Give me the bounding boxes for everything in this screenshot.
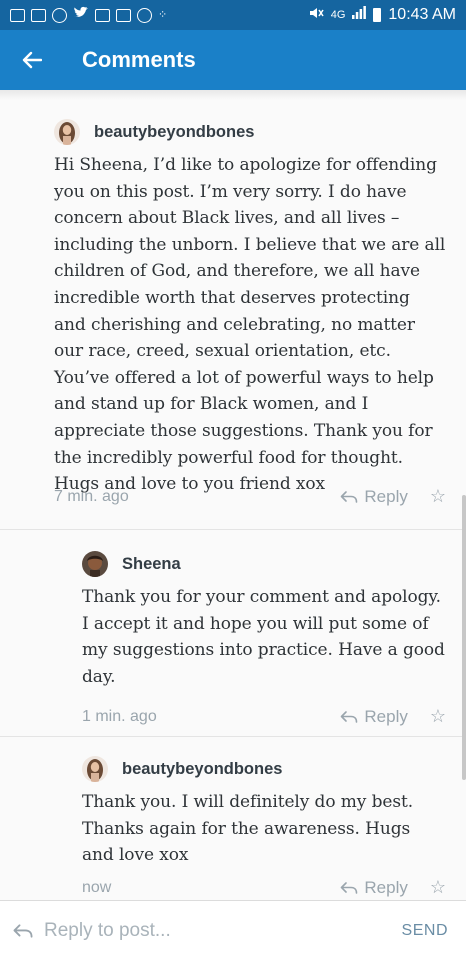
reply-icon <box>13 923 33 938</box>
system-status: 4G 10:43 AM <box>308 6 456 25</box>
comment-author[interactable]: beautybeyondbones <box>94 123 254 142</box>
send-button[interactable]: SEND <box>402 922 448 940</box>
comment-author-row: beautybeyondbones <box>82 755 446 783</box>
comment-body: Hi Sheena, I’d like to apologize for off… <box>54 155 446 495</box>
reply-label: Reply <box>364 706 408 726</box>
comment-actions: Reply ☆ <box>340 877 446 898</box>
wordpress-icon <box>52 7 67 23</box>
network-type: 4G <box>330 9 346 21</box>
reply-input-wrap <box>12 918 306 943</box>
scrollbar[interactable] <box>462 495 466 780</box>
comment-item: beautybeyondbones Hi Sheena, I’d like to… <box>0 100 466 530</box>
gallery-icon <box>95 8 110 22</box>
reply-button[interactable]: Reply <box>340 706 408 727</box>
comment-actions: Reply ☆ <box>340 706 446 727</box>
back-arrow-icon[interactable] <box>0 30 64 90</box>
avatar[interactable] <box>82 551 108 577</box>
reply-button[interactable]: Reply <box>340 486 408 507</box>
signal-icon <box>352 6 367 24</box>
top-shadow <box>0 90 466 100</box>
status-bar: ⁘ 4G 10:43 AM <box>0 0 466 30</box>
avatar[interactable] <box>82 756 108 782</box>
like-star-icon[interactable]: ☆ <box>430 486 446 507</box>
page-title: Comments <box>82 47 196 72</box>
twitter-icon <box>73 6 89 24</box>
like-star-icon[interactable]: ☆ <box>430 706 446 727</box>
like-star-icon[interactable]: ☆ <box>430 877 446 898</box>
reply-bar: SEND <box>0 900 466 960</box>
comment-body: Thank you. I will definitely do my best.… <box>82 792 414 866</box>
comment-author[interactable]: Sheena <box>122 555 181 574</box>
dots-icon: ⁘ <box>158 8 168 21</box>
app-bar: Comments <box>0 30 466 90</box>
comment-actions: Reply ☆ <box>340 486 446 507</box>
comment-time: 7 min. ago <box>54 487 129 505</box>
comment-author-row: Sheena <box>82 550 446 578</box>
comment-author-row: beautybeyondbones <box>54 118 446 146</box>
comment-body: Thank you for your comment and apology. … <box>82 587 445 687</box>
comment-item: Sheena Thank you for your comment and ap… <box>0 530 466 737</box>
reply-icon <box>341 490 358 503</box>
reply-input[interactable] <box>42 918 306 943</box>
reply-label: Reply <box>364 877 408 897</box>
comment-item: beautybeyondbones Thank you. I will defi… <box>0 737 466 900</box>
comment-author[interactable]: beautybeyondbones <box>122 760 282 779</box>
news-icon <box>137 7 152 23</box>
reply-icon <box>341 881 358 894</box>
facebook-icon <box>10 8 25 22</box>
mail-icon <box>116 8 131 22</box>
comments-list: beautybeyondbones Hi Sheena, I’d like to… <box>0 90 466 900</box>
notification-icons: ⁘ <box>10 6 167 24</box>
comment-time: now <box>82 878 112 896</box>
comment-time: 1 min. ago <box>82 707 157 725</box>
reply-button[interactable]: Reply <box>340 877 408 898</box>
mute-icon <box>308 6 324 25</box>
comment-meta: 1 min. ago Reply ☆ <box>82 706 446 727</box>
reply-label: Reply <box>364 486 408 506</box>
avatar[interactable] <box>54 119 80 145</box>
cnn-icon <box>31 8 46 22</box>
reply-icon <box>341 710 358 723</box>
battery-icon <box>373 8 382 22</box>
comment-meta: now Reply ☆ <box>82 877 446 898</box>
clock: 10:43 AM <box>388 6 456 23</box>
comment-meta: 7 min. ago Reply ☆ <box>54 486 446 507</box>
